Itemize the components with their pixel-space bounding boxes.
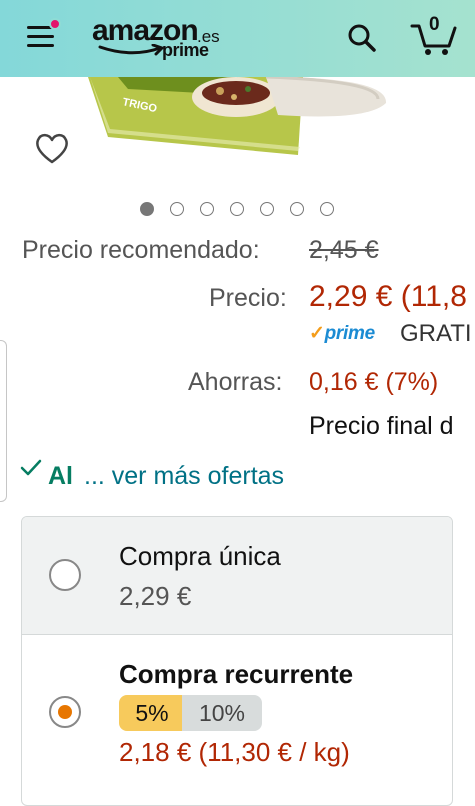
carousel-dot[interactable] <box>140 202 154 216</box>
prime-badge: ✓prime <box>309 322 375 345</box>
carousel-dot[interactable] <box>260 202 274 216</box>
purchase-options: Compra única 2,29 € Compra recurrente 5%… <box>21 516 453 806</box>
price-label: Precio: <box>209 284 287 312</box>
carousel-dot[interactable] <box>200 202 214 216</box>
top-header: amazon .es prime 0 <box>0 0 475 77</box>
discount-10-button[interactable]: 10% <box>182 695 262 731</box>
hamburger-menu-button[interactable] <box>27 18 61 50</box>
price: 2,29 € (11,8 <box>309 280 467 313</box>
savings: 0,16 € (7%) <box>309 368 439 396</box>
one-time-price: 2,29 € <box>119 581 192 611</box>
prime-shipping-text: GRATI <box>400 320 472 347</box>
logo-prime: prime <box>162 40 209 60</box>
cart-button[interactable]: 0 <box>410 14 458 56</box>
discount-5-button[interactable]: 5% <box>119 695 185 731</box>
carousel-dot[interactable] <box>290 202 304 216</box>
checkmark-icon <box>20 459 42 476</box>
one-time-title: Compra única <box>119 541 281 571</box>
prime-check-icon: ✓ <box>309 323 325 344</box>
search-button[interactable] <box>346 22 378 54</box>
stock-status: Al <box>48 462 73 490</box>
one-time-radio[interactable] <box>49 559 81 591</box>
amazon-prime-logo[interactable]: amazon .es prime <box>92 14 222 64</box>
list-price: 2,45 € <box>309 236 379 264</box>
cart-count: 0 <box>429 14 440 35</box>
more-offers-link[interactable]: ... ver más ofertas <box>84 462 284 491</box>
carousel-dot[interactable] <box>170 202 184 216</box>
notification-dot <box>49 18 61 30</box>
product-image[interactable]: TRIGO <box>88 77 388 161</box>
one-time-purchase-option[interactable]: Compra única 2,29 € <box>22 517 452 635</box>
carousel-dot[interactable] <box>320 202 334 216</box>
recurring-radio[interactable] <box>49 696 81 728</box>
side-drawer-handle[interactable] <box>0 340 7 502</box>
final-price-note: Precio final d <box>309 412 454 440</box>
search-icon <box>348 24 376 52</box>
heart-icon <box>36 133 68 164</box>
list-price-label: Precio recomendado: <box>22 236 260 264</box>
prime-word: prime <box>324 323 376 344</box>
smile-arrow-icon <box>98 44 164 56</box>
savings-label: Ahorras: <box>188 368 283 396</box>
recurring-title: Compra recurrente <box>119 659 354 689</box>
recurring-price: 2,18 € (11,30 € / kg) <box>119 737 350 767</box>
carousel-dot[interactable] <box>230 202 244 216</box>
wishlist-button[interactable] <box>34 131 70 165</box>
